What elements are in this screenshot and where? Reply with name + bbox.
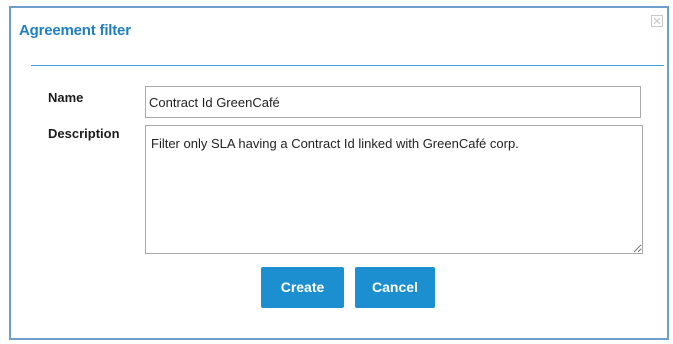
- description-label: Description: [48, 126, 120, 141]
- description-textarea[interactable]: Filter only SLA having a Contract Id lin…: [145, 125, 643, 254]
- name-label: Name: [48, 90, 84, 105]
- close-icon-glyph: [651, 15, 663, 27]
- agreement-filter-dialog: Agreement filter Name Description Filter…: [9, 6, 669, 340]
- create-button[interactable]: Create: [261, 267, 344, 308]
- name-input[interactable]: [145, 86, 641, 118]
- dialog-title: Agreement filter: [19, 22, 131, 39]
- title-divider: [31, 65, 664, 66]
- close-icon[interactable]: [649, 14, 665, 30]
- cancel-button[interactable]: Cancel: [355, 267, 435, 308]
